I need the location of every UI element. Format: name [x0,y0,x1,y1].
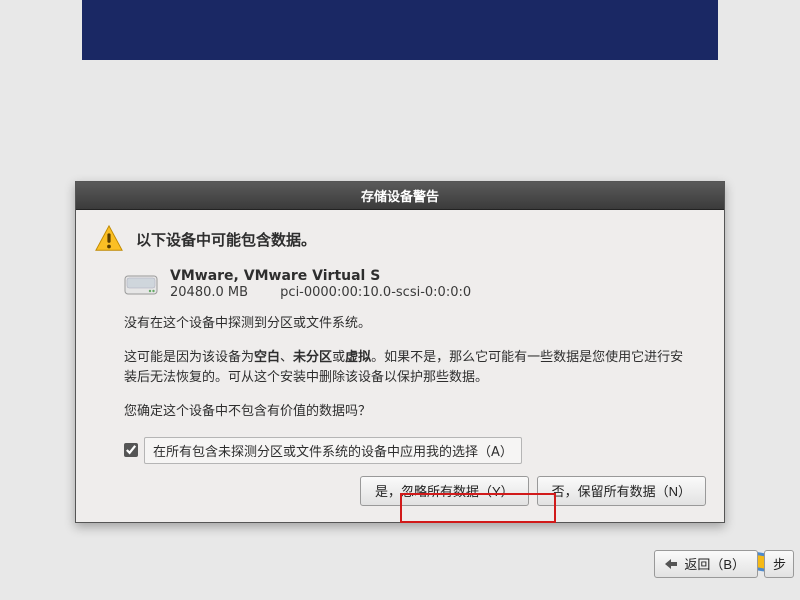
dialog-button-row: 是，忽略所有数据（Y） 否，保留所有数据（N） [94,476,706,506]
wizard-nav-buttons: 返回（B） 步 [654,550,794,578]
apply-all-checkbox-row: 在所有包含未探测分区或文件系统的设备中应用我的选择（A） [124,437,706,464]
warning-icon [94,224,124,254]
harddisk-icon [124,270,158,298]
dialog-para-1: 没有在这个设备中探测到分区或文件系统。 [124,314,684,334]
device-info: VMware, VMware Virtual S 20480.0 MB pci-… [170,268,471,300]
device-row: VMware, VMware Virtual S 20480.0 MB pci-… [124,268,706,300]
dialog-para-3: 您确定这个设备中不包含有价值的数据吗？ [124,402,684,422]
no-keep-button[interactable]: 否，保留所有数据（N） [537,476,706,506]
next-button[interactable]: 步 [764,550,794,578]
dialog-para-2: 这可能是因为该设备为空白、未分区或虚拟。如果不是，那么它可能有一些数据是您使用它… [124,348,684,388]
back-button-label: 返回（B） [684,554,745,573]
dialog-header: 以下设备中可能包含数据。 [94,224,706,254]
apply-all-checkbox[interactable] [124,443,138,457]
installer-banner [82,0,718,60]
next-button-label: 步 [773,554,786,573]
storage-warning-dialog: 存储设备警告 以下设备中可能包含数据。 [75,181,725,523]
apply-all-label[interactable]: 在所有包含未探测分区或文件系统的设备中应用我的选择（A） [144,437,522,464]
back-button[interactable]: 返回（B） [654,550,758,578]
device-meta: 20480.0 MB pci-0000:00:10.0-scsi-0:0:0:0 [170,285,471,300]
dialog-titlebar: 存储设备警告 [76,182,724,210]
device-name: VMware, VMware Virtual S [170,268,471,284]
device-size: 20480.0 MB [170,285,248,300]
dialog-heading: 以下设备中可能包含数据。 [136,229,316,250]
arrow-left-icon [663,557,679,571]
yes-discard-button[interactable]: 是，忽略所有数据（Y） [360,476,529,506]
dialog-body: 以下设备中可能包含数据。 VMware, VMware Virtual S 20… [76,210,724,522]
device-path: pci-0000:00:10.0-scsi-0:0:0:0 [280,285,471,300]
